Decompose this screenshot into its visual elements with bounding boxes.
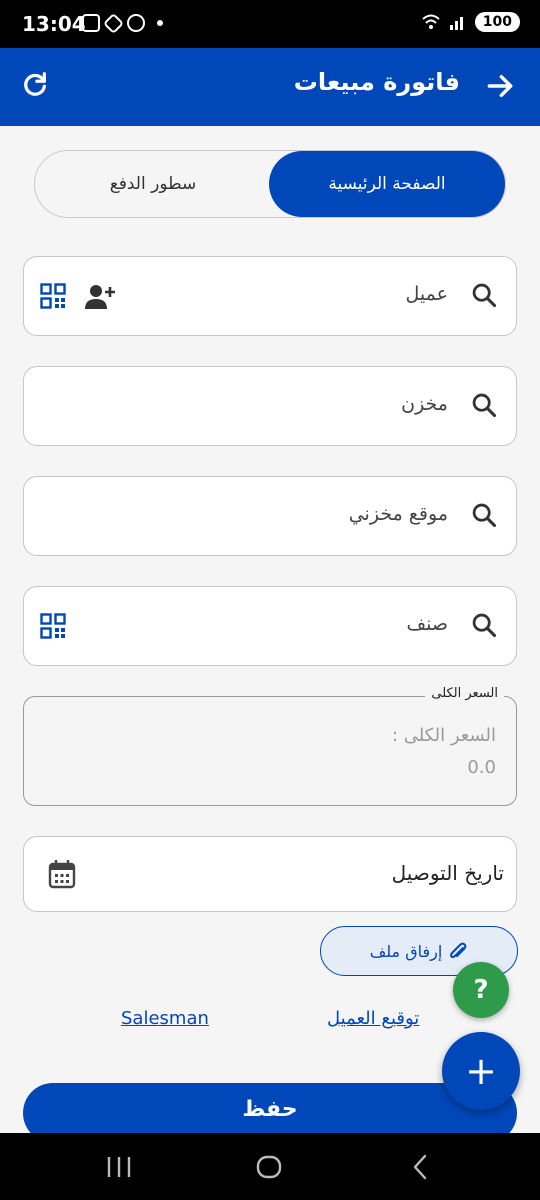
total-price-legend: السعر الكلى: [425, 686, 504, 701]
item-field[interactable]: صنف: [23, 586, 517, 666]
customer-field[interactable]: عميل: [23, 256, 517, 336]
help-button[interactable]: ?: [453, 962, 509, 1018]
system-nav-bar: [0, 1133, 540, 1200]
signal-icon: [449, 17, 463, 30]
salesman-link[interactable]: Salesman: [121, 1008, 209, 1029]
app-bar: فاتورة مبيعات: [0, 48, 540, 126]
customer-signature-link[interactable]: توقيع العميل: [327, 1008, 419, 1029]
back-nav-icon[interactable]: [408, 1151, 432, 1183]
status-right: 100: [421, 12, 520, 32]
qr-code-icon[interactable]: [40, 613, 66, 639]
app-icon: [102, 12, 125, 34]
battery-indicator: 100: [474, 12, 520, 32]
search-icon: [472, 613, 497, 638]
add-person-icon[interactable]: [84, 283, 116, 311]
item-label: صنف: [406, 613, 448, 635]
delivery-date-label: تاريخ التوصيل: [391, 861, 504, 885]
recent-apps-icon[interactable]: [106, 1151, 132, 1183]
storage-location-field[interactable]: موقع مخزني: [23, 476, 517, 556]
tab-payment-lines[interactable]: سطور الدفع: [35, 151, 271, 217]
qr-code-icon[interactable]: [40, 283, 66, 309]
search-icon: [472, 283, 497, 308]
home-icon[interactable]: [255, 1151, 283, 1183]
search-icon: [472, 393, 497, 418]
customer-label: عميل: [405, 283, 448, 305]
tab-home[interactable]: الصفحة الرئيسية: [269, 151, 505, 217]
tab-switcher: سطور الدفع الصفحة الرئيسية: [34, 150, 506, 218]
add-fab-button[interactable]: +: [442, 1032, 520, 1110]
refresh-icon[interactable]: [20, 70, 50, 100]
notification-dot-icon: [157, 20, 163, 26]
sync-icon: [127, 14, 145, 32]
status-icons: [82, 12, 163, 34]
warehouse-field[interactable]: مخزن: [23, 366, 517, 446]
total-price-value: 0.0: [467, 757, 496, 778]
warehouse-label: مخزن: [401, 393, 448, 415]
search-icon: [472, 503, 497, 528]
status-bar: 13:04 100: [0, 0, 540, 48]
arrow-right-icon[interactable]: [484, 70, 516, 102]
page-title: فاتورة مبيعات: [293, 68, 460, 96]
total-price-caption: السعر الكلى :: [391, 725, 496, 746]
status-time: 13:04: [22, 12, 86, 36]
calendar-icon[interactable]: [48, 859, 76, 889]
attach-file-label: إرفاق ملف: [369, 941, 443, 961]
screenshot-icon: [82, 14, 100, 32]
paperclip-icon: [450, 942, 467, 958]
wifi-icon: [422, 14, 440, 29]
delivery-date-field[interactable]: تاريخ التوصيل: [23, 836, 517, 912]
total-price-field[interactable]: السعر الكلى السعر الكلى : 0.0: [23, 686, 517, 806]
storage-location-label: موقع مخزني: [348, 503, 448, 525]
